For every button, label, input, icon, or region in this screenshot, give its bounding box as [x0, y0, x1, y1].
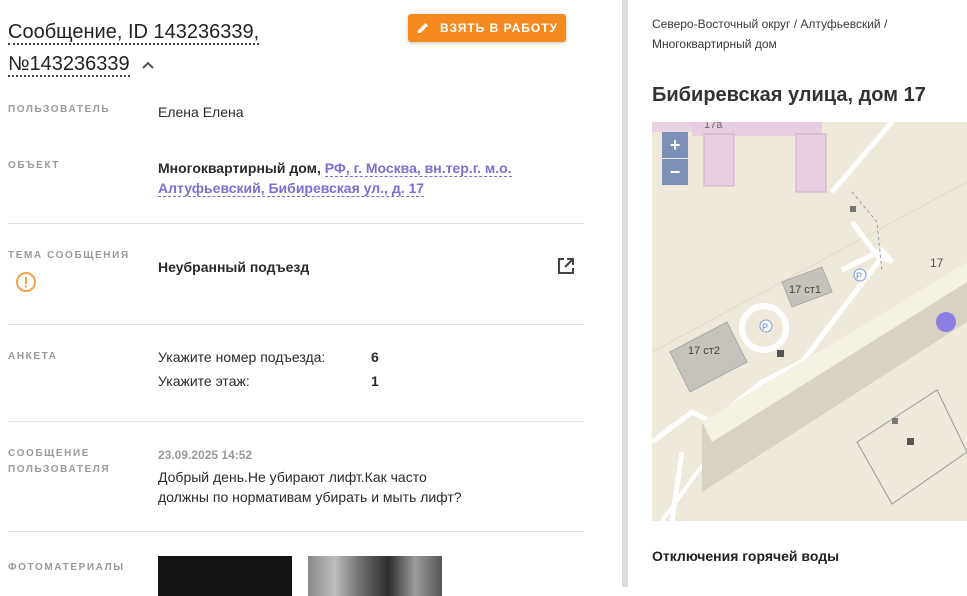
divider: [8, 223, 584, 224]
divider: [8, 324, 584, 325]
open-external-icon[interactable]: [556, 256, 576, 276]
chevron-up-icon[interactable]: [141, 58, 155, 72]
object-address-link-1[interactable]: РФ, г. Москва, вн.тер.г. м.о.: [324, 160, 512, 177]
divider: [8, 531, 584, 532]
map-canvas[interactable]: 17а 17 17 ст1 17 ст2 P P: [652, 122, 967, 521]
parking-label: P: [762, 322, 768, 332]
label-17st1: 17 ст1: [789, 284, 821, 296]
message-label: СООБЩЕНИЕ ПОЛЬЗОВАТЕЛЯ: [8, 446, 110, 478]
pencil-icon: [417, 23, 428, 33]
zoom-controls: + −: [662, 132, 688, 185]
object-marker[interactable]: [936, 312, 956, 332]
map[interactable]: 17а 17 17 ст1 17 ст2 P P + −: [652, 122, 967, 521]
breadcrumb: Северо-Восточный округ / Алтуфьевский / …: [652, 14, 952, 54]
message-text: Добрый день.Не убирают лифт.Как часто до…: [158, 467, 558, 507]
object-value: Многоквартирный дом, РФ, г. Москва, вн.т…: [158, 158, 538, 198]
take-button-label: ВЗЯТЬ В РАБОТУ: [439, 21, 558, 35]
section-title: Отключения горячей воды: [652, 548, 840, 564]
divider: [8, 421, 584, 422]
zoom-out-button[interactable]: −: [662, 159, 688, 185]
breadcrumb-line2: Многоквартирный дом: [652, 37, 777, 51]
topic-value: Неубранный подъезд: [158, 259, 310, 275]
address-title: Бибиревская улица, дом 17: [652, 84, 926, 106]
label-17st2: 17 ст2: [688, 345, 720, 357]
message-panel: Сообщение, ID 143236339, №143236339 ВЗЯТ…: [0, 0, 622, 596]
anketa-answer: 6: [371, 349, 379, 365]
breadcrumb-line1: Северо-Восточный округ / Алтуфьевский /: [652, 17, 888, 31]
user-label: ПОЛЬЗОВАТЕЛЬ: [8, 104, 111, 115]
message-line2: должны по нормативам убирать и мыть лифт…: [158, 489, 462, 505]
object-type: Многоквартирный дом,: [158, 160, 321, 176]
object-panel: Северо-Восточный округ / Алтуфьевский / …: [628, 0, 967, 587]
anketa-question: Укажите этаж:: [158, 373, 250, 389]
warning-icon: [16, 272, 36, 292]
anketa-question: Укажите номер подъезда:: [158, 349, 326, 365]
parking-label: P: [856, 271, 862, 281]
object-address-link-2[interactable]: Алтуфьевский, Бибиревская ул., д. 17: [158, 180, 425, 197]
building-17a-wing: [795, 133, 827, 193]
title-line1: Сообщение, ID 143236339,: [8, 21, 260, 45]
page-title[interactable]: Сообщение, ID 143236339, №143236339: [8, 16, 288, 80]
label-17a: 17а: [704, 122, 723, 131]
photo-thumbnail[interactable]: [158, 556, 292, 596]
user-value: Елена Елена: [158, 104, 244, 120]
photo-thumbnail[interactable]: [308, 556, 442, 596]
message-label-line2: ПОЛЬЗОВАТЕЛЯ: [8, 464, 111, 475]
object-label: ОБЪЕКТ: [8, 160, 61, 171]
building-17a-wing: [703, 133, 735, 187]
topic-label: ТЕМА СООБЩЕНИЯ: [8, 250, 130, 261]
anketa-answer: 1: [371, 373, 379, 389]
message-label-line1: СООБЩЕНИЕ: [8, 448, 91, 459]
take-to-work-button[interactable]: ВЗЯТЬ В РАБОТУ: [408, 14, 566, 42]
zoom-in-button[interactable]: +: [662, 132, 688, 158]
label-17: 17: [930, 256, 944, 270]
title-line2: №143236339: [8, 53, 130, 77]
anketa-label: АНКЕТА: [8, 351, 58, 362]
message-line1: Добрый день.Не убирают лифт.Как часто: [158, 469, 427, 485]
photos-label: ФОТОМАТЕРИАЛЫ: [8, 562, 125, 573]
message-date: 23.09.2025 14:52: [158, 448, 253, 462]
